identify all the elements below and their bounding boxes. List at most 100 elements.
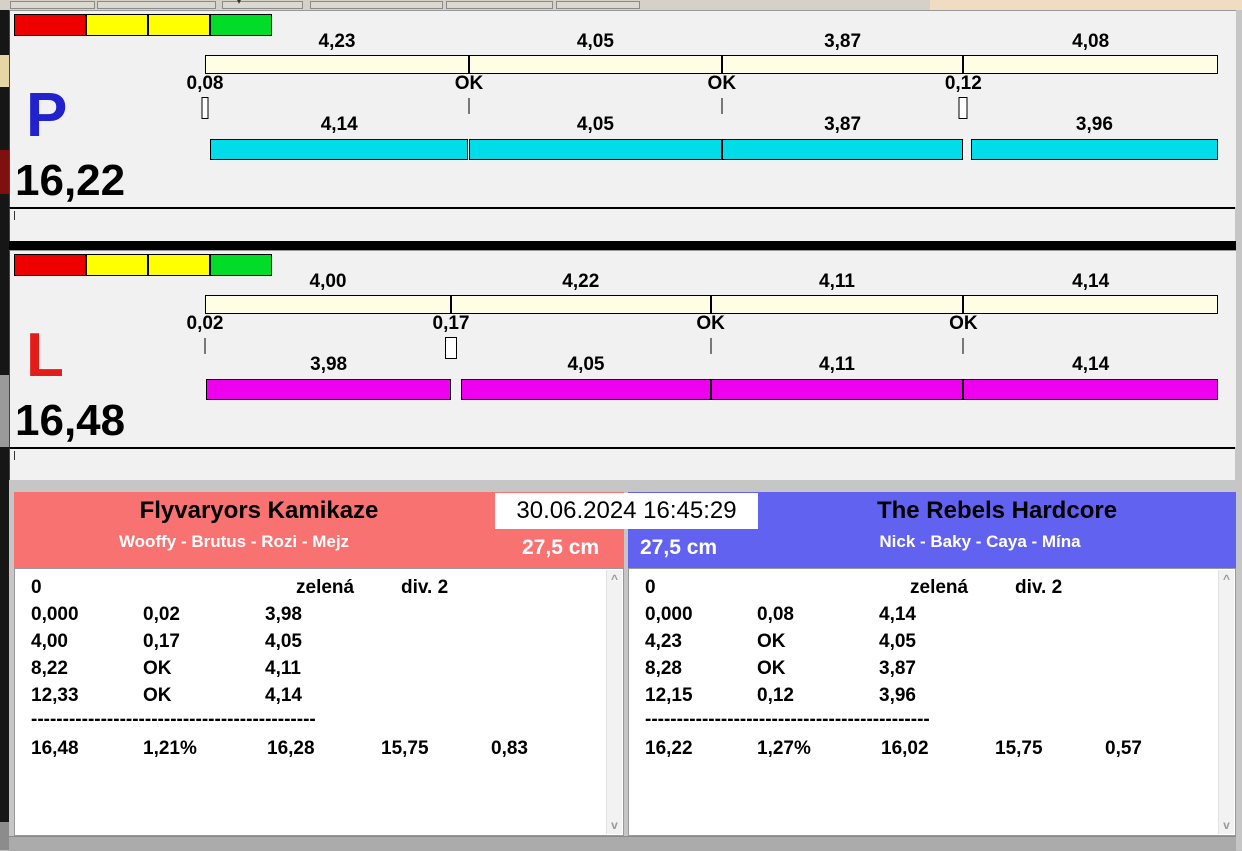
lane-total-time: 16,22 bbox=[15, 156, 126, 205]
table-cell: 8,28 bbox=[645, 658, 682, 679]
table-cell: 0,000 bbox=[645, 604, 693, 625]
background-fragment bbox=[0, 822, 9, 850]
scroll-up-arrow[interactable]: ^ bbox=[1219, 573, 1234, 585]
table-cell: 0,08 bbox=[757, 604, 794, 625]
scroll-down-arrow[interactable]: v bbox=[1219, 819, 1234, 831]
start-light bbox=[14, 14, 86, 36]
dog-run-bar-segment bbox=[469, 139, 722, 160]
scrollbar[interactable]: ^ v bbox=[606, 570, 622, 834]
changeover-label: OK bbox=[696, 313, 725, 334]
flyball-timing-window: P 16,22 4,23 4,05 3,87 4,08 0,08 OK OK 0,12 4,14… bbox=[9, 10, 1242, 851]
lane-track: 4,00 4,22 4,11 4,14 0,02 0,17 OK OK 3,98 4,05 4,11… bbox=[187, 251, 1218, 447]
table-cell: 3,96 bbox=[879, 685, 916, 706]
table-cell: 4,00 bbox=[31, 631, 68, 652]
scroll-down-arrow[interactable]: v bbox=[607, 819, 622, 831]
table-cell: 8,22 bbox=[31, 658, 68, 679]
table-cell: 4,05 bbox=[879, 631, 916, 652]
lane-total-time: 16,48 bbox=[15, 396, 126, 445]
dog-run-bar-segment bbox=[461, 379, 711, 400]
team-dog-names: Nick - Baky - Caya - Mína bbox=[879, 532, 1081, 551]
table-separator: ----------------------------------------… bbox=[31, 709, 316, 730]
table-cell: 0,12 bbox=[757, 685, 794, 706]
team-results-box: 0 zelená div. 2 0,000 0,02 3,98 4,00 0,17 4,05 8,… bbox=[14, 568, 624, 836]
changeover-label: 0,12 bbox=[944, 73, 982, 94]
dog-time-label: 4,11 bbox=[819, 354, 855, 375]
empty-note-row[interactable] bbox=[9, 447, 1235, 480]
attempt-count: 0 bbox=[645, 577, 656, 598]
split-bar-segment bbox=[710, 295, 964, 314]
dog-run-bar-segment bbox=[710, 379, 964, 400]
table-cell: OK bbox=[757, 658, 786, 679]
table-row: 0,000 0,08 4,14 bbox=[629, 601, 1235, 628]
dog-time-label: 3,98 bbox=[310, 354, 348, 375]
background-toolbar-button[interactable] bbox=[310, 1, 443, 9]
split-time-label: 4,00 bbox=[309, 271, 347, 292]
split-time-label: 4,23 bbox=[318, 31, 356, 52]
changeover-label: 0,17 bbox=[432, 313, 470, 334]
start-light bbox=[14, 254, 86, 276]
table-cell: OK bbox=[143, 658, 172, 679]
table-row: 4,00 0,17 4,05 bbox=[15, 628, 623, 655]
scroll-up-arrow[interactable]: ^ bbox=[607, 573, 622, 585]
background-fragment bbox=[0, 375, 9, 447]
table-cell: 12,33 bbox=[31, 685, 79, 706]
table-cell: 4,14 bbox=[265, 685, 302, 706]
table-cell: 4,11 bbox=[265, 658, 301, 679]
table-totals-row: 16,48 1,21% 16,28 15,75 0,83 bbox=[15, 735, 623, 762]
dog-time-label: 4,05 bbox=[567, 354, 605, 375]
dog-time-label: 4,14 bbox=[320, 114, 358, 135]
dog-run-bar-segment bbox=[963, 379, 1218, 400]
datetime-display: 30.06.2024 16:45:29 bbox=[495, 493, 758, 529]
background-toolbar-button[interactable] bbox=[446, 1, 553, 9]
background-toolbar-button[interactable] bbox=[97, 1, 216, 9]
split-time-label: 4,14 bbox=[1072, 271, 1110, 292]
changeover-tick bbox=[721, 98, 723, 114]
background-toolbar-button[interactable] bbox=[222, 1, 303, 9]
dog-time-label: 4,14 bbox=[1072, 354, 1110, 375]
table-row: 0,000 0,02 3,98 bbox=[15, 601, 623, 628]
background-toolbar-button[interactable] bbox=[556, 1, 640, 9]
table-info-row: 0 zelená div. 2 bbox=[15, 574, 623, 601]
scrollbar[interactable]: ^ v bbox=[1218, 570, 1234, 834]
dog-run-bar-segment bbox=[209, 139, 469, 160]
jump-height: 27,5 cm bbox=[522, 536, 600, 559]
start-light bbox=[148, 254, 210, 276]
changeover-gap-box bbox=[201, 97, 209, 119]
split-bar-segment bbox=[205, 295, 452, 314]
table-cell: 3,87 bbox=[879, 658, 916, 679]
table-cell: 12,15 bbox=[645, 685, 693, 706]
table-cell: OK bbox=[757, 631, 786, 652]
background-window-fragment bbox=[930, 0, 1242, 10]
table-cell: 3,98 bbox=[265, 604, 302, 625]
team-dog-names: Wooffy - Brutus - Rozi - Mejz bbox=[118, 532, 350, 551]
table-separator: ----------------------------------------… bbox=[645, 709, 930, 730]
table-cell: 4,23 bbox=[645, 631, 682, 652]
text-cursor bbox=[14, 451, 15, 460]
table-cell: 0,83 bbox=[491, 738, 528, 759]
split-bar-segment bbox=[963, 295, 1218, 314]
light-status: zelená bbox=[910, 577, 969, 598]
table-row: 4,23 OK 4,05 bbox=[629, 628, 1235, 655]
lane-track: 4,23 4,05 3,87 4,08 0,08 OK OK 0,12 4,14 4,05 3,87… bbox=[187, 11, 1218, 207]
start-light bbox=[86, 254, 148, 276]
team-panel-left: Flyvaryors Kamikaze Wooffy - Brutus - Ro… bbox=[14, 492, 624, 836]
split-bar-segment bbox=[963, 55, 1218, 74]
table-info-row: 0 zelená div. 2 bbox=[629, 574, 1235, 601]
team-name: Flyvaryors Kamikaze bbox=[139, 497, 379, 524]
background-toolbar-button[interactable] bbox=[10, 1, 95, 9]
background-fragment bbox=[0, 55, 9, 87]
lane-divider bbox=[9, 241, 1236, 250]
empty-note-row[interactable] bbox=[9, 207, 1235, 241]
table-row: 12,33 OK 4,14 bbox=[15, 682, 623, 709]
lane-letter: P bbox=[26, 81, 68, 150]
dog-time-label: 4,05 bbox=[576, 114, 614, 135]
changeover-label: 0,08 bbox=[186, 73, 224, 94]
split-bar-segment bbox=[721, 55, 964, 74]
split-time-label: 3,87 bbox=[824, 31, 862, 52]
start-light bbox=[148, 14, 210, 36]
changeover-tick bbox=[204, 338, 206, 354]
background-window-edge bbox=[0, 10, 9, 850]
table-cell: 1,21% bbox=[143, 738, 197, 759]
table-cell: 0,57 bbox=[1105, 738, 1142, 759]
table-cell: 4,05 bbox=[265, 631, 302, 652]
